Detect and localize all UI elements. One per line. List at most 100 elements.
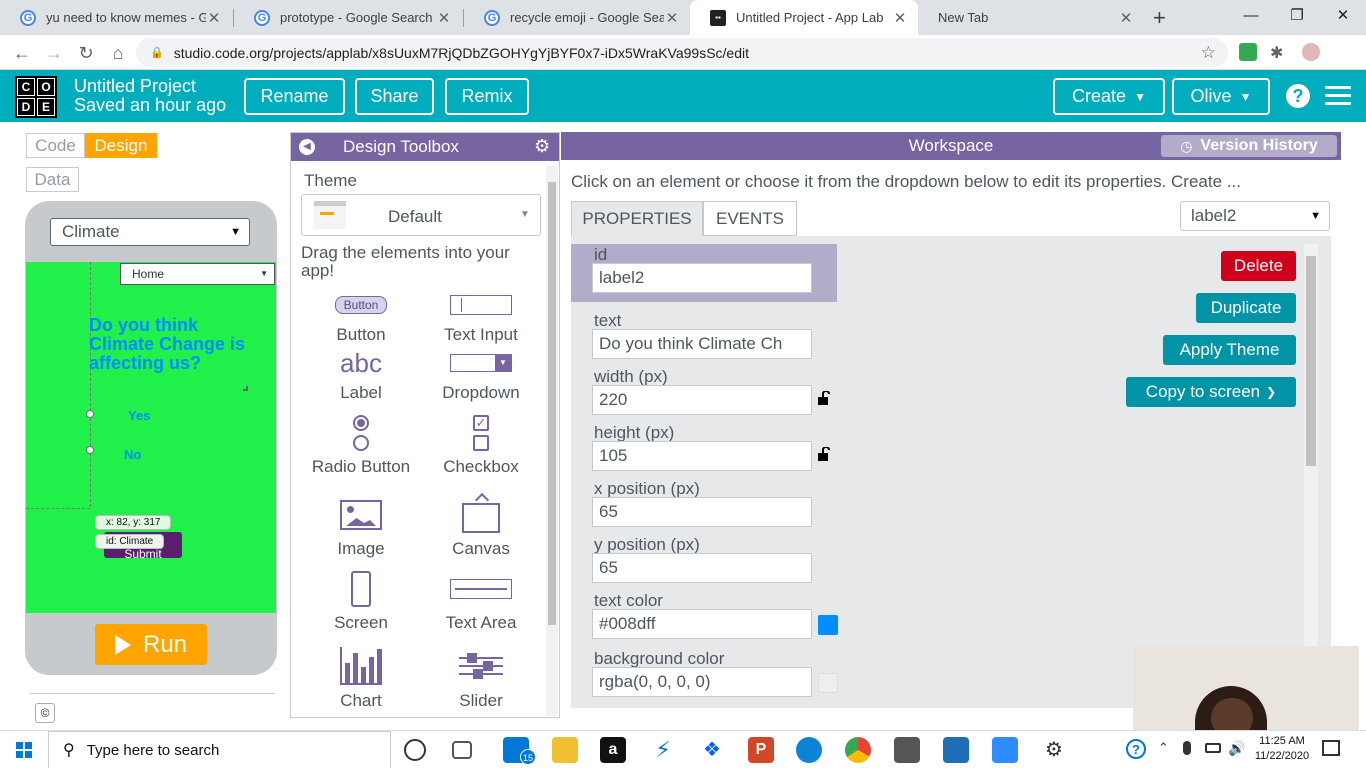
copy-to-screen-button[interactable]: Copy to screen ❯ bbox=[1126, 377, 1296, 407]
browser-tab-active[interactable]: ▪▪ Untitled Project - App Lab ✕ bbox=[690, 0, 918, 35]
toolbox-scrollbar[interactable] bbox=[546, 166, 558, 716]
tool-chart[interactable]: Chart bbox=[301, 643, 421, 711]
help-icon[interactable]: ? bbox=[1286, 84, 1310, 108]
tool-slider[interactable]: Slider bbox=[421, 643, 541, 711]
tool-image[interactable]: Image bbox=[301, 493, 421, 559]
create-dropdown-button[interactable]: Create ▼ bbox=[1053, 78, 1165, 115]
help-tray-icon[interactable]: ? bbox=[1126, 739, 1146, 759]
file-explorer-icon[interactable] bbox=[552, 737, 578, 763]
tool-button[interactable]: Button Button bbox=[301, 287, 421, 345]
volume-icon[interactable]: 🔊 bbox=[1228, 740, 1245, 757]
no-label[interactable]: No bbox=[124, 447, 141, 462]
element-select[interactable]: label2 ▼ bbox=[1180, 201, 1330, 231]
text-input[interactable]: Do you think Climate Ch bbox=[592, 329, 812, 359]
powerpoint-icon[interactable]: P bbox=[748, 737, 774, 763]
question-label[interactable]: Do you think Climate Change is affecting… bbox=[89, 316, 249, 373]
restore-icon[interactable]: ❐ bbox=[1274, 0, 1320, 32]
hamburger-menu-icon[interactable] bbox=[1325, 86, 1351, 106]
version-history-button[interactable]: ◷ Version History bbox=[1161, 135, 1337, 157]
delete-button[interactable]: Delete bbox=[1221, 251, 1296, 281]
code-mode-button[interactable]: Code bbox=[26, 133, 85, 158]
remix-button[interactable]: Remix bbox=[445, 78, 529, 115]
background-color-swatch[interactable] bbox=[818, 673, 838, 693]
taskbar-search-box[interactable]: ⚲ Type here to search bbox=[48, 731, 391, 768]
copyright-icon[interactable]: © bbox=[35, 703, 55, 723]
text-color-swatch[interactable] bbox=[818, 615, 838, 635]
close-icon[interactable]: ✕ bbox=[664, 9, 680, 27]
system-clock[interactable]: 11:25 AM 11/22/2020 bbox=[1254, 734, 1310, 764]
chevron-up-icon[interactable]: ⌃ bbox=[1158, 740, 1169, 756]
battery-icon[interactable] bbox=[1205, 743, 1221, 753]
tool-text-input[interactable]: Text Input bbox=[421, 287, 541, 345]
back-icon[interactable]: ← bbox=[8, 39, 36, 67]
settings-gear-icon[interactable]: ⚙ bbox=[1041, 737, 1067, 763]
task-view-icon[interactable] bbox=[452, 741, 472, 759]
apply-theme-button[interactable]: Apply Theme bbox=[1163, 335, 1296, 365]
collapse-left-icon[interactable]: ◀ bbox=[299, 139, 315, 155]
zoom-icon[interactable] bbox=[992, 737, 1018, 763]
browser-tab[interactable]: G recycle emoji - Google Search ✕ bbox=[464, 0, 690, 35]
cortana-icon[interactable] bbox=[404, 739, 426, 761]
tool-canvas[interactable]: Canvas bbox=[421, 492, 541, 559]
home-icon[interactable]: ⌂ bbox=[104, 39, 132, 67]
tool-checkbox[interactable]: ✓ Checkbox bbox=[421, 411, 541, 477]
close-icon[interactable]: ✕ bbox=[206, 9, 222, 27]
microphone-icon[interactable] bbox=[1183, 741, 1191, 755]
new-tab-icon[interactable]: + bbox=[1153, 5, 1166, 31]
run-button[interactable]: Run bbox=[95, 624, 207, 665]
tab-properties[interactable]: PROPERTIES bbox=[571, 201, 703, 236]
unlock-icon[interactable] bbox=[817, 447, 831, 461]
dropbox-icon[interactable]: ❖ bbox=[699, 737, 725, 763]
minimize-icon[interactable]: — bbox=[1228, 0, 1274, 32]
rename-button[interactable]: Rename bbox=[244, 78, 345, 115]
code-org-logo[interactable]: C O D E bbox=[15, 76, 57, 118]
screen-select[interactable]: Climate ▼ bbox=[50, 218, 250, 246]
tool-dropdown[interactable]: ▼ Dropdown bbox=[421, 345, 541, 403]
unlock-icon[interactable] bbox=[817, 391, 831, 405]
close-icon[interactable]: ✕ bbox=[1118, 9, 1134, 27]
puzzle-icon[interactable]: ✱ bbox=[1270, 43, 1288, 62]
camera-icon[interactable] bbox=[894, 737, 920, 763]
tool-text-area[interactable]: Text Area bbox=[421, 567, 541, 633]
amazon-icon[interactable]: a bbox=[600, 737, 626, 763]
user-dropdown-button[interactable]: Olive ▼ bbox=[1172, 78, 1270, 115]
app-screen-preview[interactable]: Home ▼ Do you think Climate Change is af… bbox=[26, 262, 276, 613]
radio-button-yes[interactable] bbox=[86, 410, 94, 418]
duplicate-button[interactable]: Duplicate bbox=[1196, 293, 1296, 323]
windows-start-icon[interactable] bbox=[0, 731, 48, 768]
power-automate-icon[interactable]: ⚡ bbox=[650, 737, 676, 763]
id-input[interactable]: label2 bbox=[592, 263, 812, 293]
data-mode-button[interactable]: Data bbox=[26, 167, 79, 192]
resize-handle[interactable] bbox=[243, 386, 248, 391]
browser-tab[interactable]: New Tab ✕ bbox=[918, 0, 1144, 35]
theme-select[interactable]: Default ▼ bbox=[301, 194, 541, 236]
notifications-icon[interactable] bbox=[1322, 740, 1340, 756]
close-icon[interactable]: ✕ bbox=[892, 9, 908, 27]
tab-events[interactable]: EVENTS bbox=[703, 201, 797, 236]
bookmark-star-icon[interactable]: ☆ bbox=[1201, 43, 1216, 63]
close-icon[interactable]: ✕ bbox=[436, 9, 452, 27]
edge-icon[interactable] bbox=[796, 737, 822, 763]
reload-icon[interactable]: ↻ bbox=[72, 39, 100, 67]
close-window-icon[interactable]: ✕ bbox=[1320, 0, 1366, 32]
properties-scrollbar[interactable] bbox=[1304, 244, 1318, 708]
x-position-input[interactable]: 65 bbox=[592, 497, 812, 527]
design-mode-button[interactable]: Design bbox=[85, 133, 157, 158]
tool-screen[interactable]: Screen bbox=[301, 567, 421, 633]
profile-avatar[interactable] bbox=[1302, 43, 1320, 61]
tool-radio-button[interactable]: Radio Button bbox=[301, 411, 421, 477]
forward-icon[interactable]: → bbox=[40, 39, 68, 67]
browser-tab[interactable]: G yu need to know memes - Go ✕ bbox=[0, 0, 232, 35]
yes-label[interactable]: Yes bbox=[128, 408, 150, 423]
photos-icon[interactable] bbox=[943, 737, 969, 763]
y-position-input[interactable]: 65 bbox=[592, 553, 812, 583]
width-input[interactable]: 220 bbox=[592, 385, 812, 415]
background-color-input[interactable]: rgba(0, 0, 0, 0) bbox=[592, 667, 812, 697]
url-bar[interactable]: 🔒 studio.code.org/projects/applab/x8sUux… bbox=[136, 38, 1228, 67]
height-input[interactable]: 105 bbox=[592, 441, 812, 471]
tool-label[interactable]: abc Label bbox=[301, 345, 421, 403]
share-button[interactable]: Share bbox=[355, 78, 434, 115]
radio-button-no[interactable] bbox=[86, 446, 94, 454]
browser-tab[interactable]: G prototype - Google Search ✕ bbox=[234, 0, 462, 35]
text-color-input[interactable]: #008dff bbox=[592, 609, 812, 639]
